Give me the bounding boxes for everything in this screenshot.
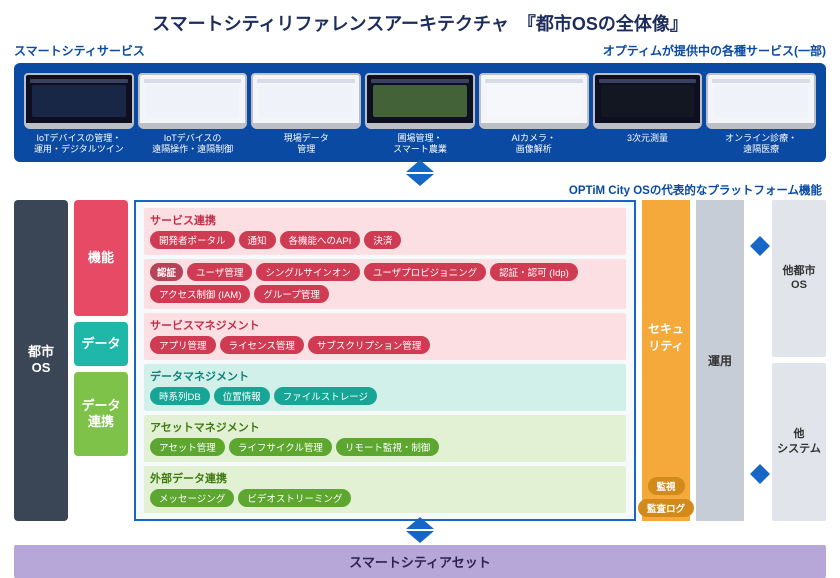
feature-chip: リモート監視・制御 [336, 438, 440, 456]
feature-chip: ユーザ管理 [187, 263, 252, 281]
col-city-os: 都市OS [14, 200, 68, 521]
provider-note: オプティムが提供中の各種サービス(一部) [603, 42, 826, 59]
arrow-platform-asset [14, 517, 826, 543]
feature-chip: アセット管理 [150, 438, 225, 456]
platform-section: 外部データ連携メッセージングビデオストリーミング [144, 466, 626, 513]
service-card: AIカメラ・画像解析 [479, 73, 589, 156]
service-label: オンライン診療・遠隔医療 [706, 133, 816, 156]
services-panel: IoTデバイスの管理・運用・デジタルツインIoTデバイスの遠隔操作・遠隔制御現場… [14, 63, 826, 162]
feature-chip: 位置情報 [214, 387, 270, 405]
feature-chip: アクセス制御 (IAM) [150, 285, 250, 303]
feature-chip: サブスクリプション管理 [308, 336, 431, 354]
col-operations: 運用 [696, 200, 744, 521]
col-security: セキュリティ 監視 監査ログ [642, 200, 690, 521]
feature-chip: 認証・認可 (Idp) [490, 263, 578, 281]
feature-chip: 時系列DB [150, 387, 210, 405]
laptop-icon [24, 73, 134, 129]
feature-chip: 各機能へのAPI [280, 231, 361, 249]
laptop-icon [138, 73, 248, 129]
service-card: オンライン診療・遠隔医療 [706, 73, 816, 156]
ext-other-system: 他システム [772, 363, 826, 521]
feature-chip: ライフサイクル管理 [229, 438, 332, 456]
asset-bar: スマートシティアセット [14, 545, 826, 578]
section-header: データマネジメント [150, 368, 620, 384]
service-card: 3次元測量 [593, 73, 703, 156]
section-header: サービスマネジメント [150, 317, 620, 333]
feature-chip: アプリ管理 [150, 336, 216, 354]
laptop-icon [593, 73, 703, 129]
feature-chip: ビデオストリーミング [238, 489, 351, 507]
chip-audit-log: 監査ログ [638, 499, 694, 517]
platform-section: アセットマネジメントアセット管理ライフサイクル管理リモート監視・制御 [144, 415, 626, 462]
platform-section: データマネジメント時系列DB位置情報ファイルストレージ [144, 364, 626, 411]
laptop-icon [251, 73, 361, 129]
feature-chip: ライセンス管理 [220, 336, 304, 354]
service-label: IoTデバイスの管理・運用・デジタルツイン [24, 133, 134, 156]
service-label: 現場データ管理 [251, 133, 361, 156]
section-header: 外部データ連携 [150, 470, 620, 486]
platform-section: サービスマネジメントアプリ管理ライセンス管理サブスクリプション管理 [144, 313, 626, 360]
page-title: スマートシティリファレンスアーキテクチャ 『都市OSの全体像』 [14, 10, 826, 36]
laptop-icon [365, 73, 475, 129]
arrow-to-other-city [750, 236, 770, 256]
service-card: 現場データ管理 [251, 73, 361, 156]
feature-chip: ユーザプロビジョニング [364, 263, 486, 281]
laptop-icon [706, 73, 816, 129]
laptop-icon [479, 73, 589, 129]
service-label: IoTデバイスの遠隔操作・遠隔制御 [138, 133, 248, 156]
feature-chip: 開発者ポータル [150, 231, 235, 249]
feature-chip: メッセージング [150, 489, 234, 507]
col-data: データ [74, 322, 128, 366]
chip-monitoring: 監視 [648, 477, 685, 495]
feature-chip: 決済 [364, 231, 401, 249]
feature-chip: グループ管理 [254, 285, 328, 303]
arrow-services-platform [14, 160, 826, 186]
feature-chip: ファイルストレージ [274, 387, 377, 405]
platform-panel: サービス連携開発者ポータル通知各機能へのAPI決済認証ユーザ管理シングルサインオ… [134, 200, 636, 521]
services-heading: スマートシティサービス [14, 42, 145, 59]
ext-other-city-os: 他都市OS [772, 200, 826, 358]
service-label: 圃場管理・スマート農業 [365, 133, 475, 156]
arrow-to-other-system [750, 464, 770, 484]
service-card: 圃場管理・スマート農業 [365, 73, 475, 156]
feature-chip: シングルサインオン [256, 263, 360, 281]
section-header: アセットマネジメント [150, 419, 620, 435]
service-label: 3次元測量 [593, 133, 703, 144]
feature-chip: 通知 [239, 231, 276, 249]
service-label: AIカメラ・画像解析 [479, 133, 589, 156]
section-header: サービス連携 [150, 212, 620, 228]
service-card: IoTデバイスの管理・運用・デジタルツイン [24, 73, 134, 156]
col-function: 機能 [74, 200, 128, 316]
platform-section: サービス連携開発者ポータル通知各機能へのAPI決済 [144, 208, 626, 255]
service-card: IoTデバイスの遠隔操作・遠隔制御 [138, 73, 248, 156]
col-data-link: データ連携 [74, 372, 128, 456]
section-tag: 認証 [150, 263, 183, 281]
platform-section: 認証ユーザ管理シングルサインオンユーザプロビジョニング認証・認可 (Idp) アク… [144, 259, 626, 309]
